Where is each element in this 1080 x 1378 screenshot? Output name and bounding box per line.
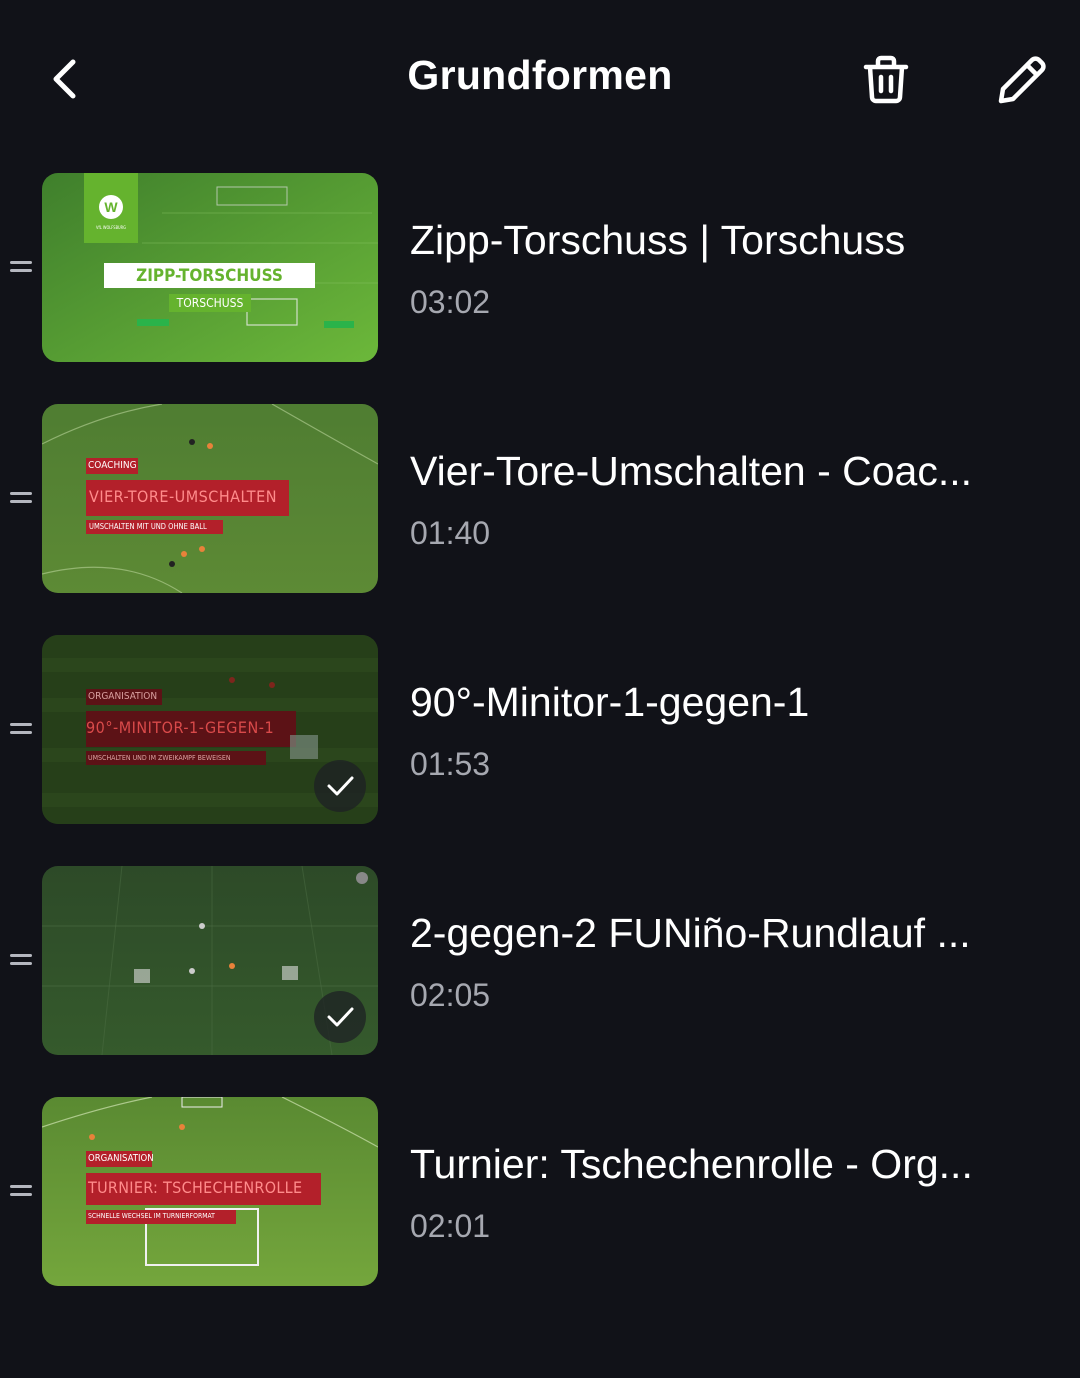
page-title: Grundformen xyxy=(407,52,673,98)
thumbnail-label: ZIPP-TORSCHUSS xyxy=(136,266,283,286)
video-title: Vier-Tore-Umschalten - Coac... xyxy=(410,448,973,494)
video-thumbnail[interactable]: COACHING VIER-TORE-UMSCHALTEN UMSCHALTEN… xyxy=(42,404,378,593)
thumbnail-sublabel: UMSCHALTEN UND IM ZWEIKAMPF BEWEISEN xyxy=(88,754,231,762)
watched-badge xyxy=(314,760,366,812)
video-title: 90°-Minitor-1-gegen-1 xyxy=(410,679,810,725)
list-item[interactable]: W VfL WOLFSBURG ZIPP-TORSCHUSS TORSCHUSS… xyxy=(0,173,1080,404)
checkmark-icon xyxy=(327,776,354,796)
top-app-bar: Grundformen xyxy=(0,0,1080,160)
video-duration: 02:05 xyxy=(410,977,491,1013)
pencil-icon xyxy=(998,56,1046,104)
thumbnail-category: ORGANISATION xyxy=(88,1153,154,1164)
video-thumbnail[interactable]: W VfL WOLFSBURG ZIPP-TORSCHUSS TORSCHUSS xyxy=(42,173,378,362)
video-title: Zipp-Torschuss | Torschuss xyxy=(410,217,906,263)
list-item[interactable]: ORGANISATION TURNIER: TSCHECHENROLLE SCH… xyxy=(0,1097,1080,1328)
drag-handle-icon[interactable] xyxy=(10,723,32,737)
video-title: Turnier: Tschechenrolle - Org... xyxy=(410,1141,973,1187)
video-duration: 03:02 xyxy=(410,284,491,320)
drag-handle-icon[interactable] xyxy=(10,492,32,506)
thumbnail-category: ORGANISATION xyxy=(88,691,158,702)
video-thumbnail[interactable]: ORGANISATION 90°-MINITOR-1-GEGEN-1 UMSCH… xyxy=(42,635,378,824)
list-item[interactable]: COACHING VIER-TORE-UMSCHALTEN UMSCHALTEN… xyxy=(0,404,1080,635)
drag-handle-icon[interactable] xyxy=(10,1185,32,1199)
video-thumbnail[interactable] xyxy=(42,866,378,1055)
drag-handle-icon[interactable] xyxy=(10,261,32,275)
drag-handle-icon[interactable] xyxy=(10,954,32,968)
thumbnail-category: COACHING xyxy=(88,460,137,471)
thumbnail-sublabel: SCHNELLE WECHSEL IM TURNIERFORMAT xyxy=(88,1212,215,1220)
video-title: 2-gegen-2 FUNiño-Rundlauf ... xyxy=(410,910,971,956)
thumbnail-label: TURNIER: TSCHECHENROLLE xyxy=(88,1178,303,1197)
video-duration: 02:01 xyxy=(410,1208,491,1244)
checkmark-icon xyxy=(327,1007,354,1027)
thumbnail-sublabel: UMSCHALTEN MIT UND OHNE BALL xyxy=(89,522,207,531)
delete-button[interactable] xyxy=(856,50,916,110)
svg-text:W: W xyxy=(104,199,118,215)
thumbnail-label: VIER-TORE-UMSCHALTEN xyxy=(89,487,277,506)
thumbnail-sublabel: TORSCHUSS xyxy=(176,296,244,310)
watched-badge xyxy=(314,991,366,1043)
list-item[interactable]: ORGANISATION 90°-MINITOR-1-GEGEN-1 UMSCH… xyxy=(0,635,1080,866)
thumbnail-badge: VfL WOLFSBURG xyxy=(96,225,126,230)
video-duration: 01:53 xyxy=(410,746,491,782)
thumbnail-label: 90°-MINITOR-1-GEGEN-1 xyxy=(86,718,275,737)
video-duration: 01:40 xyxy=(410,515,491,551)
video-thumbnail[interactable]: ORGANISATION TURNIER: TSCHECHENROLLE SCH… xyxy=(42,1097,378,1286)
video-list: W VfL WOLFSBURG ZIPP-TORSCHUSS TORSCHUSS… xyxy=(0,173,1080,1328)
list-item[interactable]: 2-gegen-2 FUNiño-Rundlauf ... 02:05 xyxy=(0,866,1080,1097)
trash-icon xyxy=(863,55,909,104)
edit-button[interactable] xyxy=(992,50,1052,110)
